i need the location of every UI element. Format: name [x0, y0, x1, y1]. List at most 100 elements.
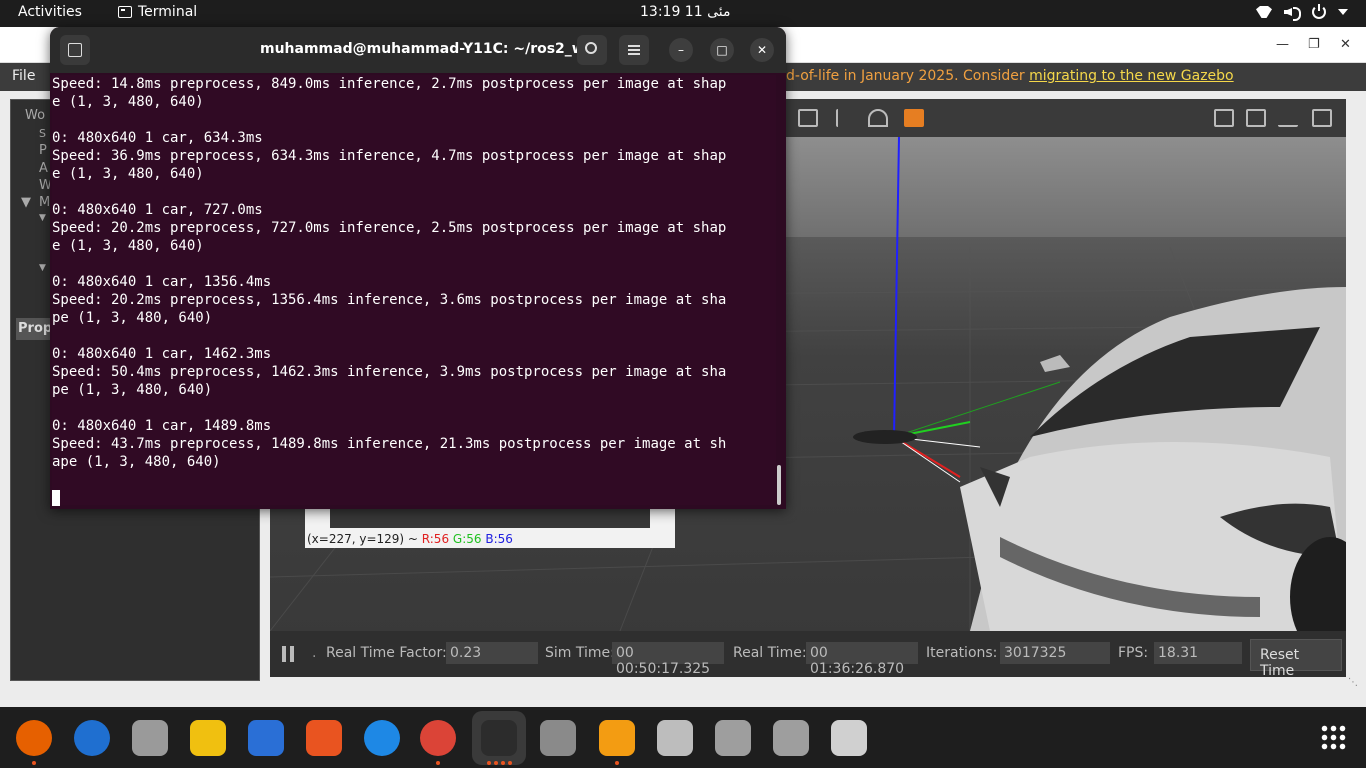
files-icon[interactable]: [132, 720, 168, 756]
terminal-output[interactable]: Speed: 14.8ms preprocess, 849.0ms infere…: [52, 75, 776, 506]
minimize-button[interactable]: –: [669, 38, 693, 62]
running-indicator: [486, 761, 491, 765]
minimize-icon[interactable]: —: [1276, 37, 1289, 52]
align-icon[interactable]: [836, 109, 856, 127]
reset-time-button[interactable]: Reset Time: [1250, 639, 1342, 679]
terminal-scrollbar[interactable]: [777, 465, 781, 505]
terminal-line: pe (1, 3, 480, 640): [52, 382, 213, 398]
dock: [0, 707, 1366, 768]
terminal-line: Speed: 36.9ms preprocess, 634.3ms infere…: [52, 148, 727, 164]
pause-icon[interactable]: [282, 646, 294, 662]
image-view-window: (x=227, y=129) ~ R:56 G:56 B:56: [305, 506, 675, 548]
activities-button[interactable]: Activities: [18, 4, 82, 20]
trash-icon[interactable]: [831, 720, 867, 756]
chevron-down-icon: [1338, 9, 1348, 15]
fps-value: 18.31: [1154, 642, 1242, 664]
system-tray[interactable]: [1256, 4, 1348, 21]
close-icon[interactable]: ✕: [1340, 37, 1351, 52]
tree-item-models[interactable]: M: [39, 195, 50, 210]
running-indicator: [615, 761, 619, 765]
pixel-b: B:56: [485, 532, 513, 546]
terminal-line: ape (1, 3, 480, 640): [52, 454, 221, 470]
tree-item-physics[interactable]: P: [39, 143, 47, 158]
terminal-title: muhammad@muhammad-Y11C: ~/ros2_ws: [260, 41, 594, 57]
chrome-icon[interactable]: [420, 720, 456, 756]
hamburger-mid: [628, 49, 640, 51]
new-tab-icon: [68, 43, 82, 57]
restore-icon[interactable]: ❐: [1308, 37, 1320, 52]
terminal-icon[interactable]: [481, 720, 517, 756]
terminal-line: Speed: 20.2ms preprocess, 1356.4ms infer…: [52, 292, 727, 308]
maximize-button[interactable]: □: [710, 38, 734, 62]
disk-icon[interactable]: [657, 720, 693, 756]
image-canvas[interactable]: [330, 506, 650, 528]
menu-button[interactable]: [619, 35, 649, 65]
firefox-icon[interactable]: [16, 720, 52, 756]
thunderbird-icon[interactable]: [74, 720, 110, 756]
clock[interactable]: 13:19 11 مئى: [640, 4, 730, 20]
step-indicator: .: [312, 645, 317, 661]
tree-expand-models[interactable]: ▼: [21, 195, 31, 210]
terminal-window: muhammad@muhammad-Y11C: ~/ros2_ws – □ ✕ …: [50, 27, 786, 509]
volume-icon: [1284, 5, 1301, 21]
migrate-link[interactable]: migrating to the new Gazebo: [1029, 68, 1234, 84]
terminal-line: Speed: 50.4ms preprocess, 1462.3ms infer…: [52, 364, 727, 380]
running-indicator: [500, 761, 505, 765]
rhythmbox-icon[interactable]: [190, 720, 226, 756]
search-button[interactable]: [577, 35, 607, 65]
terminal-line: Speed: 14.8ms preprocess, 849.0ms infere…: [52, 76, 727, 92]
terminal-cursor: [52, 490, 60, 506]
log-icon[interactable]: [1246, 109, 1266, 127]
app-menu[interactable]: Terminal: [118, 4, 197, 20]
terminal-line: 0: 480x640 1 car, 634.3ms: [52, 130, 263, 146]
power-icon: [1312, 4, 1326, 19]
video-icon[interactable]: [1312, 109, 1332, 127]
optical-disc-icon[interactable]: [715, 720, 751, 756]
deprecation-notice: d-of-life in January 2025. Consider migr…: [786, 68, 1234, 84]
tree-item-scene[interactable]: S: [39, 127, 46, 140]
app-center-icon[interactable]: [306, 720, 342, 756]
terminal-line: Speed: 43.7ms preprocess, 1489.8ms infer…: [52, 436, 727, 452]
search-icon: [585, 42, 597, 54]
world-tab-label[interactable]: Wo: [25, 108, 45, 123]
close-button[interactable]: ✕: [750, 38, 774, 62]
iterations-value: 3017325: [1000, 642, 1110, 664]
plot-icon[interactable]: [1278, 109, 1298, 127]
help-icon[interactable]: [364, 720, 400, 756]
terminal-app-icon: [118, 6, 132, 18]
view-angle-icon[interactable]: [904, 109, 924, 127]
terminal-lines: Speed: 14.8ms preprocess, 849.0ms infere…: [52, 75, 776, 471]
z-axis: [893, 137, 900, 438]
camera-icon[interactable]: [1214, 109, 1234, 127]
terminal-line: 0: 480x640 1 car, 1356.4ms: [52, 274, 272, 290]
settings-icon[interactable]: [540, 720, 576, 756]
top-bar: Activities Terminal 13:19 11 مئى: [0, 0, 1366, 27]
gazebo-icon[interactable]: [599, 720, 635, 756]
iterations-label: Iterations:: [926, 645, 998, 661]
snap-icon[interactable]: [868, 109, 888, 127]
pixel-coords: (x=227, y=129) ~: [307, 532, 422, 546]
terminal-line: e (1, 3, 480, 640): [52, 166, 204, 182]
optical-disc-2-icon[interactable]: [773, 720, 809, 756]
tree-item-atmosphere[interactable]: A: [39, 161, 48, 176]
terminal-headerbar: muhammad@muhammad-Y11C: ~/ros2_ws – □ ✕: [50, 27, 786, 73]
running-indicator: [507, 761, 512, 765]
new-tab-button[interactable]: [60, 35, 90, 65]
terminal-line: Speed: 20.2ms preprocess, 727.0ms infere…: [52, 220, 727, 236]
terminal-line: pe (1, 3, 480, 640): [52, 310, 213, 326]
simulation-status-bar: . Real Time Factor: 0.23 Sim Time: 00 00…: [270, 631, 1346, 679]
show-apps-icon[interactable]: [1320, 724, 1346, 750]
fps-label: FPS:: [1118, 645, 1149, 661]
menu-file[interactable]: File: [12, 68, 35, 84]
pixel-g: G:56: [452, 532, 482, 546]
resize-grip[interactable]: ⋱: [1348, 677, 1358, 688]
writer-icon[interactable]: [248, 720, 284, 756]
tree-expand-child[interactable]: ▼: [39, 213, 46, 223]
terminal-line: e (1, 3, 480, 640): [52, 94, 204, 110]
copy-icon[interactable]: [798, 109, 818, 127]
tree-expand-child-2[interactable]: ▼: [39, 263, 46, 273]
real-time-value: 00 01:36:26.870: [806, 642, 918, 677]
